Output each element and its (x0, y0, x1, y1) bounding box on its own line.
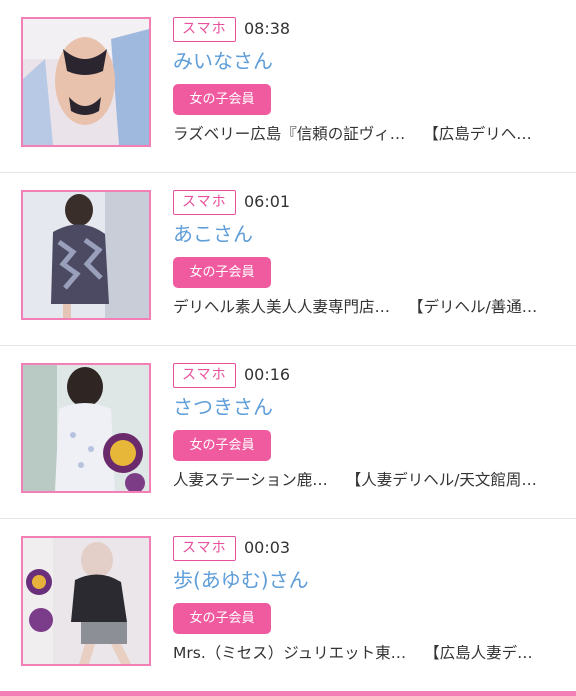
list-item[interactable]: スマホ 00:16 さつきさん 女の子会員 人妻ステーション鹿… 【人妻デリヘル/… (0, 346, 576, 519)
device-badge: スマホ (173, 17, 236, 42)
shop-info[interactable]: Mrs.（ミセス）ジュリエット東… 【広島人妻デ… (173, 641, 533, 665)
device-badge: スマホ (173, 190, 236, 215)
device-badge: スマホ (173, 363, 236, 388)
profile-photo (23, 19, 149, 145)
profile-photo (23, 538, 149, 664)
profile-photo (23, 365, 149, 491)
girl-name-link[interactable]: 歩(あゆむ)さん (173, 566, 309, 594)
shop-name: デリヘル素人美人人妻専門店… (173, 298, 391, 316)
profile-thumbnail[interactable] (21, 363, 151, 493)
shop-info[interactable]: ラズベリー広島『信頼の証ヴィ… 【広島デリヘ… (173, 122, 532, 146)
bottom-accent-bar (0, 691, 576, 696)
list-item[interactable]: スマホ 00:03 歩(あゆむ)さん 女の子会員 Mrs.（ミセス）ジュリエット… (0, 519, 576, 692)
shop-area: 【人妻デリヘル/天文館周… (345, 471, 537, 489)
shop-area: 【広島人妻デ… (424, 644, 533, 662)
post-time: 00:03 (244, 538, 291, 557)
shop-info[interactable]: 人妻ステーション鹿… 【人妻デリヘル/天文館周… (173, 468, 537, 492)
post-list: スマホ 08:38 みいなさん 女の子会員 ラズベリー広島『信頼の証ヴィ… 【広島… (0, 0, 576, 692)
post-time: 06:01 (244, 192, 291, 211)
shop-name: 人妻ステーション鹿… (173, 471, 328, 489)
list-item[interactable]: スマホ 08:38 みいなさん 女の子会員 ラズベリー広島『信頼の証ヴィ… 【広島… (0, 0, 576, 173)
device-badge: スマホ (173, 536, 236, 561)
girl-name-link[interactable]: さつきさん (173, 393, 273, 421)
girl-name-link[interactable]: みいなさん (173, 47, 273, 75)
member-badge: 女の子会員 (173, 257, 271, 288)
profile-thumbnail[interactable] (21, 17, 151, 147)
shop-area: 【デリヘル/善通… (408, 298, 538, 316)
shop-name: ラズベリー広島『信頼の証ヴィ… (173, 125, 406, 143)
profile-photo (23, 192, 149, 318)
shop-info[interactable]: デリヘル素人美人人妻専門店… 【デリヘル/善通… (173, 295, 537, 319)
post-time: 08:38 (244, 19, 291, 38)
girl-name-link[interactable]: あこさん (173, 220, 253, 248)
list-item[interactable]: スマホ 06:01 あこさん 女の子会員 デリヘル素人美人人妻専門店… 【デリヘル… (0, 173, 576, 346)
shop-area: 【広島デリヘ… (423, 125, 532, 143)
profile-thumbnail[interactable] (21, 190, 151, 320)
member-badge: 女の子会員 (173, 603, 271, 634)
post-time: 00:16 (244, 365, 291, 384)
profile-thumbnail[interactable] (21, 536, 151, 666)
shop-name: Mrs.（ミセス）ジュリエット東… (173, 644, 407, 662)
member-badge: 女の子会員 (173, 430, 271, 461)
member-badge: 女の子会員 (173, 84, 271, 115)
